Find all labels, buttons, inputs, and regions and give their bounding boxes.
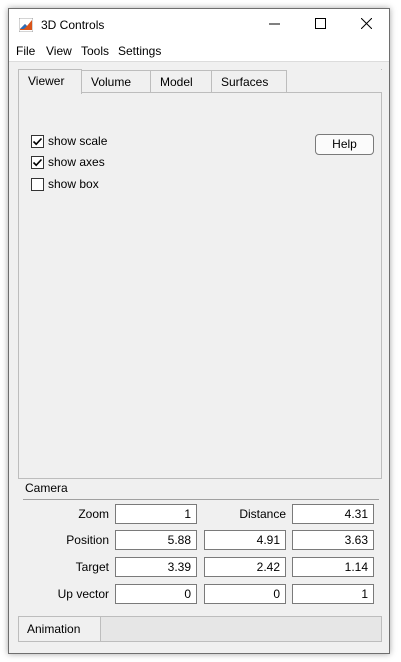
tab-volume[interactable]: Volume bbox=[81, 70, 151, 93]
up-vector-y-field[interactable]: 0 bbox=[204, 584, 286, 604]
target-label: Target bbox=[75, 560, 109, 574]
target-y-field[interactable]: 2.42 bbox=[204, 557, 286, 577]
position-y-field[interactable]: 4.91 bbox=[204, 530, 286, 550]
minimize-icon bbox=[268, 18, 280, 32]
show-box-label: show box bbox=[48, 177, 99, 191]
tab-surfaces[interactable]: Surfaces bbox=[211, 70, 287, 93]
animation-panel: Animation bbox=[18, 616, 382, 642]
maximize-button[interactable] bbox=[297, 9, 343, 41]
camera-section-title: Camera bbox=[25, 481, 68, 495]
maximize-icon bbox=[314, 18, 326, 32]
position-x-field[interactable]: 5.88 bbox=[115, 530, 197, 550]
show-box-checkbox[interactable]: show box bbox=[31, 176, 99, 192]
target-x-field[interactable]: 3.39 bbox=[115, 557, 197, 577]
checkbox-box[interactable] bbox=[31, 134, 44, 148]
show-axes-checkbox[interactable]: show axes bbox=[31, 154, 105, 170]
tab-viewer[interactable]: Viewer bbox=[18, 69, 82, 94]
menu-settings[interactable]: Settings bbox=[118, 44, 161, 58]
target-z-field[interactable]: 1.14 bbox=[292, 557, 374, 577]
minimize-button[interactable] bbox=[251, 9, 297, 41]
show-scale-label: show scale bbox=[48, 134, 108, 148]
viewer-tab-panel bbox=[18, 69, 382, 479]
checkbox-box[interactable] bbox=[31, 177, 44, 191]
close-button[interactable] bbox=[343, 9, 389, 41]
tab-model[interactable]: Model bbox=[150, 70, 212, 93]
show-scale-checkbox[interactable]: show scale bbox=[31, 133, 107, 149]
menu-file[interactable]: File bbox=[16, 44, 35, 58]
distance-label: Distance bbox=[239, 507, 286, 521]
position-z-field[interactable]: 3.63 bbox=[292, 530, 374, 550]
help-button[interactable]: Help bbox=[315, 134, 374, 155]
checkbox-box[interactable] bbox=[31, 155, 44, 169]
zoom-field[interactable]: 1 bbox=[115, 504, 197, 524]
distance-field[interactable]: 4.31 bbox=[292, 504, 374, 524]
app-window: 3D Controls File View Tools Settings Vie… bbox=[8, 8, 390, 654]
animation-tab-strip bbox=[101, 617, 381, 641]
menu-view[interactable]: View bbox=[46, 44, 72, 58]
matlab-logo-icon bbox=[18, 17, 34, 33]
menu-bar: File View Tools Settings bbox=[9, 41, 389, 62]
tab-animation[interactable]: Animation bbox=[19, 617, 101, 641]
zoom-label: Zoom bbox=[78, 507, 109, 521]
checkmark-icon bbox=[32, 158, 43, 166]
checkmark-icon bbox=[32, 137, 43, 145]
camera-divider bbox=[23, 499, 379, 500]
title-bar[interactable]: 3D Controls bbox=[9, 9, 389, 41]
menu-tools[interactable]: Tools bbox=[81, 44, 109, 58]
tab-strip-filler bbox=[286, 70, 383, 92]
up-vector-x-field[interactable]: 0 bbox=[115, 584, 197, 604]
window-title: 3D Controls bbox=[41, 18, 105, 32]
close-icon bbox=[360, 17, 372, 32]
up-vector-label: Up vector bbox=[57, 587, 109, 601]
position-label: Position bbox=[66, 533, 109, 547]
up-vector-z-field[interactable]: 1 bbox=[292, 584, 374, 604]
show-axes-label: show axes bbox=[48, 155, 105, 169]
